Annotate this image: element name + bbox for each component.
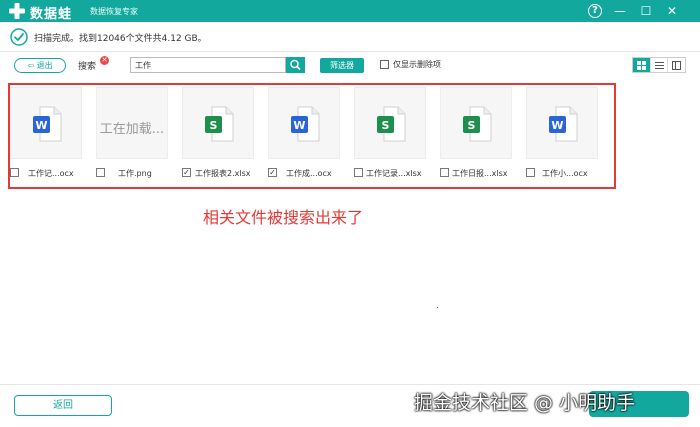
svg-text:W: W <box>551 119 563 132</box>
check-circle-icon <box>10 28 28 46</box>
file-checkbox-7[interactable] <box>526 168 535 177</box>
file-card-6[interactable]: S <box>440 87 512 159</box>
detail-view-button[interactable] <box>668 58 685 72</box>
filter-button[interactable]: 筛选器 <box>320 58 364 73</box>
loading-text: 工在加载... <box>99 122 165 137</box>
footer-divider <box>0 384 700 385</box>
exit-label: 退出 <box>36 61 53 70</box>
file-checkbox-6[interactable] <box>440 168 449 177</box>
excel-file-icon: S <box>205 106 234 142</box>
file-name-5: 工作记录...xlsx <box>366 169 422 178</box>
file-checkbox-4[interactable]: ✓ <box>268 168 277 177</box>
search-icon <box>290 59 301 70</box>
back-arrow-icon: ⇦ <box>27 61 37 70</box>
svg-text:W: W <box>293 119 305 132</box>
check-mark-icon: ✓ <box>183 168 190 177</box>
annotation-text: 相关文件被搜索出来了 <box>203 208 364 227</box>
search-input[interactable] <box>130 57 286 73</box>
file-card-5[interactable]: S <box>354 87 426 159</box>
view-mode-group <box>632 57 686 73</box>
excel-file-icon: S <box>463 106 492 142</box>
excel-file-icon: S <box>377 106 406 142</box>
file-name-3: 工作报表2.xlsx <box>195 169 251 178</box>
search-button[interactable] <box>286 57 305 73</box>
svg-text:S: S <box>468 119 476 132</box>
deleted-only-checkbox[interactable] <box>380 60 389 69</box>
close-button[interactable]: ✕ <box>664 3 680 19</box>
scan-status-text: 扫描完成。找到12046个文件共4.12 GB。 <box>34 34 207 44</box>
file-checkbox-2[interactable] <box>96 168 105 177</box>
file-checkbox-3[interactable]: ✓ <box>182 168 191 177</box>
title-bar: 数据蛙 数据恢复专家 ? — ☐ ✕ <box>0 0 700 22</box>
word-file-icon: W <box>33 106 62 142</box>
maximize-button[interactable]: ☐ <box>638 3 654 19</box>
app-subtitle: 数据恢复专家 <box>90 7 138 16</box>
file-name-4: 工作成...ocx <box>286 169 332 178</box>
file-name-7: 工作小...ocx <box>542 169 588 178</box>
stray-dot <box>437 307 438 308</box>
list-view-button[interactable] <box>651 58 669 72</box>
file-name-1: 工作记...ocx <box>28 169 74 178</box>
app-logo-icon <box>9 3 25 19</box>
file-card-4[interactable]: W <box>268 87 340 159</box>
watermark-text: 掘金技术社区 @ 小明助手 <box>414 392 636 414</box>
file-checkbox-5[interactable] <box>354 168 363 177</box>
deleted-only-label: 仅显示删除项 <box>393 60 441 69</box>
file-name-2: 工作.png <box>118 169 152 178</box>
divider <box>0 51 700 52</box>
search-label: 搜索 <box>78 62 97 72</box>
file-card-7[interactable]: W <box>526 87 598 159</box>
check-mark-icon: ✓ <box>269 168 276 177</box>
svg-text:W: W <box>35 119 47 132</box>
file-card-1[interactable]: W <box>10 87 82 159</box>
svg-text:S: S <box>382 119 390 132</box>
clear-search-icon[interactable]: ✕ <box>100 56 109 65</box>
grid-view-icon <box>636 60 646 70</box>
help-button[interactable]: ? <box>588 4 602 18</box>
back-button[interactable]: 返回 <box>14 395 112 416</box>
minimize-button[interactable]: — <box>612 3 628 19</box>
detail-view-icon <box>672 60 682 70</box>
file-name-6: 工作日报...xlsx <box>452 169 508 178</box>
file-checkbox-1[interactable] <box>10 168 19 177</box>
app-name: 数据蛙 <box>30 7 73 22</box>
svg-text:S: S <box>210 119 218 132</box>
list-view-icon <box>654 61 664 69</box>
file-card-2[interactable]: 工在加载... <box>96 87 168 159</box>
word-file-icon: W <box>291 106 320 142</box>
file-card-3[interactable]: S <box>182 87 254 159</box>
exit-button[interactable]: ⇦ 退出 <box>14 58 66 73</box>
grid-view-button[interactable] <box>633 58 651 72</box>
word-file-icon: W <box>549 106 578 142</box>
